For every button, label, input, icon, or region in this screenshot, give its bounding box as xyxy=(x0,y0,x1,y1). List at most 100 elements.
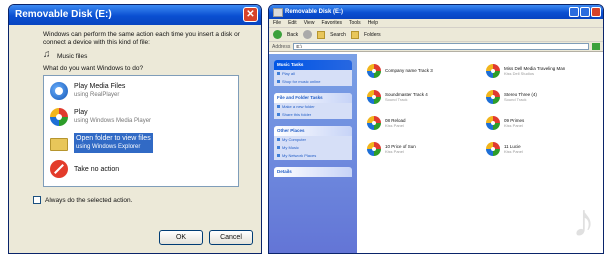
action-open-folder[interactable]: Open folder to view files using Windows … xyxy=(50,132,232,154)
track-item[interactable]: 09 Primes Kiss Panel xyxy=(486,114,593,132)
action-label: Open folder to view files xyxy=(76,135,151,142)
minimize-button[interactable] xyxy=(569,7,579,17)
task-group-header[interactable]: Details xyxy=(274,167,352,177)
task-share-folder[interactable]: Share this folder xyxy=(274,111,352,119)
explorer-window: Removable Disk (E:) File Edit View Favor… xyxy=(268,4,604,254)
track-item[interactable]: Stereo Three (4) Sound Track xyxy=(486,88,593,106)
task-play-all[interactable]: Play all xyxy=(274,70,352,78)
address-input[interactable]: E:\ xyxy=(293,43,589,50)
task-group-file-folder: File and Folder Tasks Make a new folder … xyxy=(274,93,352,119)
place-my-computer[interactable]: My Computer xyxy=(274,136,352,144)
action-play-wmp[interactable]: Play using Windows Media Player xyxy=(50,106,232,128)
track-name: Stereo Three (4) xyxy=(504,91,537,97)
track-name: 10 Price of Sun xyxy=(385,143,416,149)
task-pane: Music Tasks Play all Shop for music onli… xyxy=(269,54,357,253)
action-sublabel: using Windows Media Player xyxy=(74,118,152,124)
task-group-header[interactable]: Music Tasks xyxy=(274,60,352,70)
action-label: Take no action xyxy=(74,165,120,173)
audio-file-icon xyxy=(367,116,381,130)
track-item[interactable]: Soundmaster Track 4 Sound Track xyxy=(367,88,474,106)
always-do-checkbox[interactable] xyxy=(33,196,41,204)
place-my-music[interactable]: My Music xyxy=(274,144,352,152)
menu-tools[interactable]: Tools xyxy=(349,19,361,27)
no-action-icon xyxy=(50,160,68,178)
dialog-description: Windows can perform the same action each… xyxy=(43,31,240,46)
autoplay-dialog: Removable Disk (E:) ✕ Windows can perfor… xyxy=(8,4,262,254)
forward-icon[interactable] xyxy=(303,30,313,39)
task-group-header[interactable]: Other Places xyxy=(274,126,352,136)
track-name: Miss Dell Media Traveling Man xyxy=(504,65,566,71)
task-new-folder[interactable]: Make a new folder xyxy=(274,103,352,111)
audio-file-icon xyxy=(486,64,500,78)
task-group-music: Music Tasks Play all Shop for music onli… xyxy=(274,60,352,86)
go-button[interactable] xyxy=(592,43,600,50)
folders-button[interactable]: Folders xyxy=(364,32,381,38)
action-label: Play Media Files xyxy=(74,83,126,90)
track-name: Company name Track 3 xyxy=(385,68,433,74)
menu-file[interactable]: File xyxy=(273,19,281,27)
track-artist: Kiss Panel xyxy=(385,149,404,154)
content-type-row: Music files xyxy=(43,49,251,61)
folders-icon[interactable] xyxy=(350,30,359,39)
cancel-button[interactable]: Cancel xyxy=(209,230,253,245)
action-play-realplayer[interactable]: Play Media Files using RealPlayer xyxy=(50,80,232,102)
track-artist: Kiss Panel xyxy=(385,123,404,128)
audio-file-icon xyxy=(367,64,381,78)
track-item[interactable]: 11 Lucie Kiss Panel xyxy=(486,140,593,158)
search-button[interactable]: Search xyxy=(330,32,346,38)
folder-icon xyxy=(50,138,68,151)
track-artist: Sound Track xyxy=(504,97,527,102)
action-no-action[interactable]: Take no action xyxy=(50,158,232,180)
file-list: Company name Track 3 Miss Dell Media Tra… xyxy=(357,54,603,253)
task-group-header[interactable]: File and Folder Tasks xyxy=(274,93,352,103)
audio-file-icon xyxy=(367,90,381,104)
ok-button[interactable]: OK xyxy=(159,230,203,245)
music-note-watermark-icon: ♪ xyxy=(572,194,595,246)
menu-view[interactable]: View xyxy=(304,19,315,27)
place-my-network[interactable]: My Network Places xyxy=(274,152,352,160)
action-sublabel: using RealPlayer xyxy=(74,92,120,98)
menu-favorites[interactable]: Favorites xyxy=(321,19,342,27)
track-name: 11 Lucie xyxy=(504,143,521,149)
audio-file-icon xyxy=(486,116,500,130)
realplayer-icon xyxy=(50,82,68,100)
track-artist: Kiss Dell Studios xyxy=(504,71,535,76)
dialog-title-bar: Removable Disk (E:) ✕ xyxy=(9,5,261,25)
explorer-title-bar: Removable Disk (E:) xyxy=(269,5,603,19)
audio-file-icon xyxy=(367,142,381,156)
always-do-row[interactable]: Always do the selected action. xyxy=(33,196,251,204)
action-sublabel: using Windows Explorer xyxy=(76,144,141,150)
action-label: Play xyxy=(74,109,88,116)
explorer-title: Removable Disk (E:) xyxy=(285,9,344,15)
up-folder-icon[interactable] xyxy=(317,30,326,39)
track-item[interactable]: 10 Price of Sun Kiss Panel xyxy=(367,140,474,158)
windows-media-player-icon xyxy=(50,108,68,126)
close-button[interactable]: ✕ xyxy=(243,7,258,22)
explorer-close-button[interactable] xyxy=(591,7,601,17)
track-item[interactable]: 08 Reload Kiss Panel xyxy=(367,114,474,132)
content-type-label: Music files xyxy=(57,52,88,60)
menu-edit[interactable]: Edit xyxy=(288,19,297,27)
menu-help[interactable]: Help xyxy=(368,19,378,27)
maximize-button[interactable] xyxy=(580,7,590,17)
action-list: Play Media Files using RealPlayer Play u… xyxy=(43,75,239,187)
track-item[interactable]: Company name Track 3 xyxy=(367,62,474,80)
always-do-label: Always do the selected action. xyxy=(45,196,133,204)
back-icon[interactable] xyxy=(273,30,282,39)
track-artist: Sound Track xyxy=(385,97,408,102)
task-shop-music[interactable]: Shop for music online xyxy=(274,78,352,86)
address-label: Address xyxy=(272,43,291,50)
menu-bar: File Edit View Favorites Tools Help xyxy=(269,19,603,28)
audio-file-icon xyxy=(486,142,500,156)
toolbar: Back Search Folders xyxy=(269,28,603,42)
track-name: Soundmaster Track 4 xyxy=(385,91,428,97)
track-artist: Kiss Panel xyxy=(504,149,523,154)
track-name: 09 Primes xyxy=(504,117,525,123)
task-group-details: Details xyxy=(274,167,352,177)
track-name: 08 Reload xyxy=(385,117,406,123)
music-note-icon xyxy=(43,49,53,61)
track-item[interactable]: Miss Dell Media Traveling Man Kiss Dell S… xyxy=(486,62,593,80)
back-label[interactable]: Back xyxy=(287,32,298,38)
task-group-other-places: Other Places My Computer My Music My Net… xyxy=(274,126,352,160)
address-bar: Address E:\ xyxy=(269,42,603,52)
